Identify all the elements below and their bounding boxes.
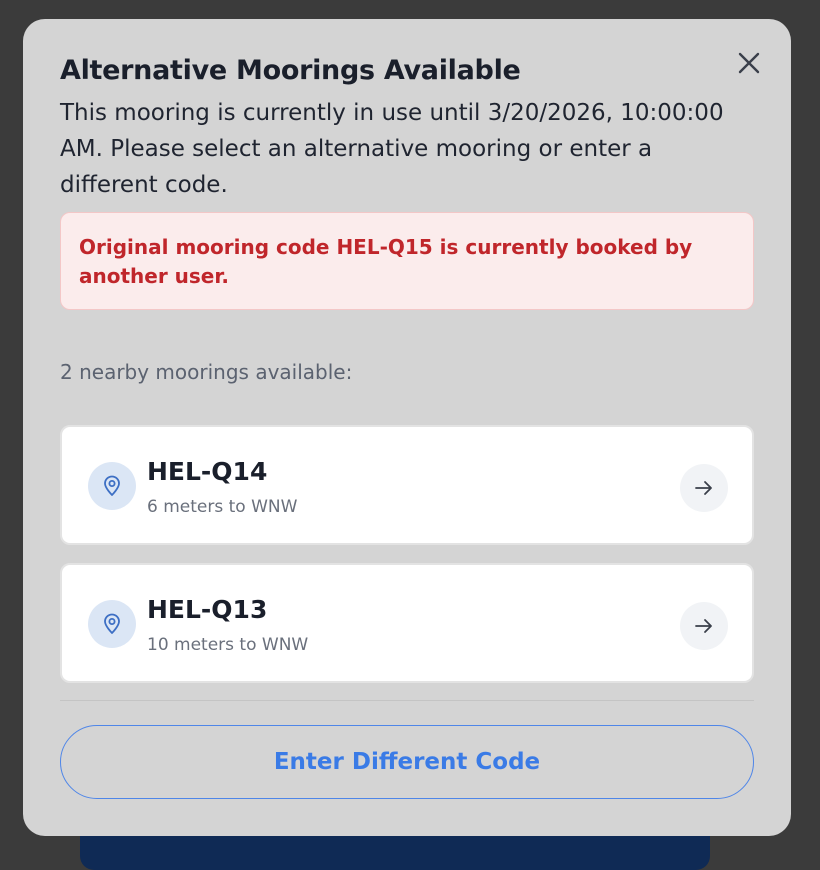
enter-different-code-button[interactable]: Enter Different Code (60, 725, 754, 799)
mooring-option-hel-q14[interactable]: HEL-Q14 6 meters to WNW (60, 425, 754, 545)
divider (60, 700, 754, 701)
mooring-option-hel-q13[interactable]: HEL-Q13 10 meters to WNW (60, 563, 754, 683)
close-button[interactable] (733, 47, 765, 79)
mooring-distance: 10 meters to WNW (147, 635, 309, 655)
mooring-code: HEL-Q14 (147, 457, 268, 486)
booked-alert: Original mooring code HEL-Q15 is current… (60, 212, 754, 310)
mooring-code: HEL-Q13 (147, 595, 268, 624)
arrow-right-icon (695, 481, 712, 495)
dialog-title: Alternative Moorings Available (60, 55, 521, 86)
arrow-right-icon (695, 619, 712, 633)
map-pin-icon (88, 600, 136, 648)
available-count-label: 2 nearby moorings available: (60, 360, 353, 384)
dialog-description: This mooring is currently in use until 3… (60, 100, 724, 198)
close-icon (738, 52, 760, 74)
select-mooring-button[interactable] (680, 602, 728, 650)
select-mooring-button[interactable] (680, 464, 728, 512)
mooring-distance: 6 meters to WNW (147, 497, 298, 517)
alternative-moorings-dialog: Alternative Moorings Available This moor… (23, 19, 791, 836)
map-pin-icon (88, 462, 136, 510)
